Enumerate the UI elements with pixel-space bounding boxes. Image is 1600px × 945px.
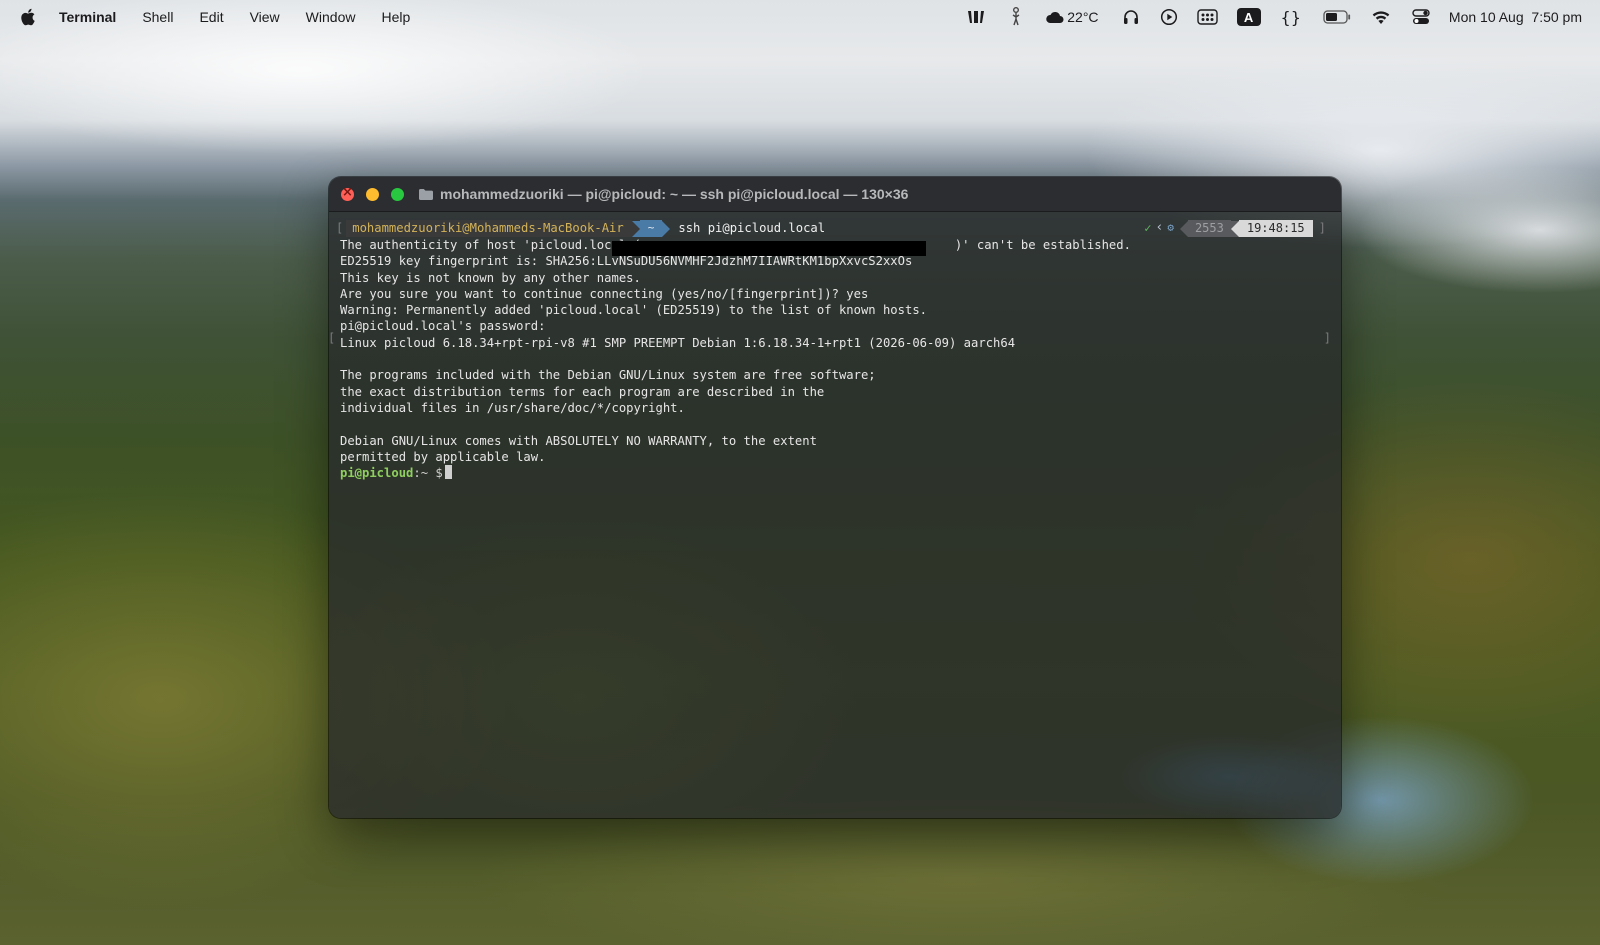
battery-icon[interactable] (1323, 10, 1351, 24)
password-mark-left: [ (329, 330, 335, 346)
terminal-window: mohammedzuoriki — pi@picloud: ~ — ssh pi… (329, 177, 1341, 818)
menu-help[interactable]: Help (381, 9, 410, 25)
password-mark-right: ] (1323, 331, 1331, 345)
menu-edit[interactable]: Edit (199, 9, 223, 25)
remote-prompt-user: pi@picloud (340, 466, 414, 481)
weather-widget[interactable]: 22°C (1045, 9, 1099, 25)
prompt-separator-end (662, 220, 671, 237)
gear-icon: ⚙ (1167, 221, 1174, 235)
prompt-user-host: mohammedzuoriki@Mohammeds-MacBook-Air (346, 220, 632, 237)
typed-command: ssh pi@picloud.local (678, 221, 826, 236)
prompt-separator (631, 220, 640, 237)
braces-label: {} (1280, 7, 1301, 27)
output-line-1-head: The authenticity of host 'picloud.local … (340, 238, 641, 252)
prompt-bracket-left: [ (336, 221, 344, 236)
close-button[interactable] (341, 185, 354, 201)
text-input-icon[interactable]: A (1236, 8, 1261, 26)
apple-icon[interactable] (20, 8, 37, 26)
output-line: individual files in /usr/share/doc/*/cop… (340, 400, 685, 415)
output-line: the exact distribution terms for each pr… (340, 384, 825, 399)
minimize-button[interactable] (366, 187, 379, 201)
wifi-icon[interactable] (1371, 10, 1391, 25)
status-check-icon: ✓ (1144, 221, 1152, 236)
prompt-time: 19:48:15 (1238, 220, 1313, 237)
dots-grid-icon[interactable] (1197, 9, 1219, 25)
text-cursor (444, 465, 452, 480)
output-line: Debian GNU/Linux comes with ABSOLUTELY N… (340, 433, 817, 448)
output-line: This key is not known by any other names… (340, 270, 641, 285)
control-center-icon[interactable] (1411, 9, 1431, 25)
menu-view[interactable]: View (250, 9, 280, 25)
chevron-left-icon: ‹ (1155, 220, 1164, 236)
output-line: Warning: Permanently added 'picloud.loca… (340, 303, 927, 318)
menu-window[interactable]: Window (306, 9, 356, 25)
braces-icon[interactable]: {} (1281, 8, 1301, 27)
menubar-clock[interactable]: Mon 10 Aug 7:50 pm (1449, 9, 1582, 25)
play-icon[interactable] (1159, 8, 1179, 26)
redaction-bar (612, 241, 926, 256)
prompt-directory: ~ (639, 220, 663, 237)
output-line: permitted by applicable law. (340, 449, 546, 464)
window-title: mohammedzuoriki — pi@picloud: ~ — ssh pi… (440, 186, 909, 202)
figure-icon[interactable] (1009, 7, 1023, 27)
remote-prompt-line[interactable]: pi@picloud:~ $ (340, 465, 1341, 481)
weather-temp: 22°C (1067, 9, 1099, 25)
headphones-icon[interactable] (1121, 8, 1141, 26)
output-line: Linux picloud 6.18.34+rpt-rpi-v8 #1 SMP … (340, 335, 1016, 350)
folder-icon (418, 188, 434, 201)
cloud-icon (1045, 11, 1064, 24)
window-titlebar[interactable]: mohammedzuoriki — pi@picloud: ~ — ssh pi… (329, 177, 1341, 212)
mirror-icon[interactable] (965, 9, 987, 25)
prompt-bracket-right: ] (1318, 221, 1326, 236)
prompt-right-separator-2 (1230, 220, 1239, 237)
output-line-1-tail: )' can't be established. (954, 238, 1131, 252)
terminal-content[interactable]: [ mohammedzuoriki@Mohammeds-MacBook-Air … (329, 212, 1341, 481)
output-line: Are you sure you want to continue connec… (340, 286, 869, 301)
prompt-right-separator (1179, 220, 1188, 237)
menu-bar: Terminal Shell Edit View Window Help 22°… (0, 0, 1600, 34)
password-prompt-line: pi@picloud.local's password: (340, 319, 546, 334)
zoom-button[interactable] (391, 187, 404, 201)
menu-shell[interactable]: Shell (142, 9, 173, 25)
menu-app-terminal[interactable]: Terminal (59, 9, 116, 25)
local-prompt-bar: [ mohammedzuoriki@Mohammeds-MacBook-Air … (336, 220, 1326, 237)
history-number: 2553 (1187, 220, 1231, 237)
input-source-label: A (1236, 8, 1261, 26)
remote-prompt-path: :~ $ (413, 466, 443, 481)
output-line: The programs included with the Debian GN… (340, 368, 876, 383)
